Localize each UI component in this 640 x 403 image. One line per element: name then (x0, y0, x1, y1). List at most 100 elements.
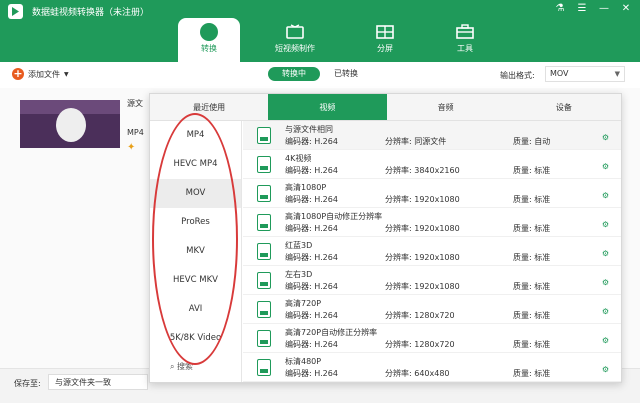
format-item-hevc-mkv[interactable]: HEVC MKV (150, 266, 241, 295)
gear-icon[interactable]: ⚙ (602, 336, 609, 345)
convert-icon (200, 23, 218, 41)
preset-resolution: 分辨率: 1920x1080 (385, 195, 460, 204)
file-format: MP4 (127, 128, 144, 137)
preset-quality: 质量: 自动 (513, 137, 551, 146)
preset-item[interactable]: 红蓝3D 编码器: H.264 分辨率: 1920x1080 质量: 标准 ⚙ (243, 237, 621, 266)
format-item-avi[interactable]: AVI (150, 295, 241, 324)
output-format-select[interactable]: MOV ▼ (545, 66, 625, 82)
tab-device[interactable]: 设备 (505, 94, 621, 120)
menu-icon[interactable]: ☰ (576, 3, 588, 15)
preset-item[interactable]: 高清1080P自动修正分辨率 编码器: H.264 分辨率: 1920x1080… (243, 208, 621, 237)
main-nav: 转换 短视频制作 分屏 工具 (178, 18, 510, 62)
save-to-select[interactable]: 与源文件夹一致 (48, 374, 148, 390)
nav-tab-tools[interactable]: 工具 (420, 18, 510, 62)
preset-encoder: 编码器: H.264 (285, 166, 338, 175)
preset-encoder: 编码器: H.264 (285, 282, 338, 291)
chevron-down-icon: ▼ (64, 70, 69, 78)
preset-3d-icon (257, 272, 271, 289)
preset-title: 与源文件相同 (285, 125, 333, 134)
toolbar: + 添加文件 ▼ 转换中 已转换 输出格式: MOV ▼ (0, 62, 640, 88)
app-logo-icon (8, 4, 23, 19)
category-tabs: 最近使用 视频 音频 设备 (150, 94, 621, 121)
preset-encoder: 编码器: H.264 (285, 340, 338, 349)
tab-converting[interactable]: 转换中 (268, 67, 320, 81)
tab-audio[interactable]: 音频 (387, 94, 505, 120)
preset-resolution: 分辨率: 3840x2160 (385, 166, 460, 175)
preset-quality: 质量: 标准 (513, 311, 551, 320)
tab-recent[interactable]: 最近使用 (150, 94, 268, 120)
preset-title: 高清1080P (285, 183, 327, 192)
close-icon[interactable]: ✕ (620, 3, 632, 15)
format-item-hevc-mp4[interactable]: HEVC MP4 (150, 150, 241, 179)
preset-resolution: 分辨率: 1920x1080 (385, 253, 460, 262)
nav-tab-label: 短视频制作 (275, 44, 315, 53)
nav-tab-label: 工具 (457, 44, 473, 53)
format-item-prores[interactable]: ProRes (150, 208, 241, 237)
tab-converted[interactable]: 已转换 (320, 67, 372, 81)
gear-icon[interactable]: ⚙ (602, 133, 609, 142)
preset-resolution: 分辨率: 1920x1080 (385, 224, 460, 233)
preset-item[interactable]: 高清720P自动修正分辨率 编码器: H.264 分辨率: 1280x720 质… (243, 324, 621, 353)
status-switcher: 转换中 已转换 (268, 67, 372, 81)
preset-item[interactable]: 高清1080P 编码器: H.264 分辨率: 1920x1080 质量: 标准… (243, 179, 621, 208)
gear-icon[interactable]: ⚙ (602, 249, 609, 258)
split-screen-icon (376, 25, 394, 39)
format-item-mkv[interactable]: MKV (150, 237, 241, 266)
format-item-5k-8k[interactable]: 5K/8K Video (150, 324, 241, 353)
tab-video[interactable]: 视频 (268, 94, 387, 120)
toolbox-icon (456, 24, 474, 39)
add-icon: + (12, 67, 24, 80)
video-thumbnail[interactable] (20, 100, 120, 148)
gear-icon[interactable]: ⚙ (602, 162, 609, 171)
format-item-mov[interactable]: MOV (150, 179, 241, 208)
preset-title: 高清720P自动修正分辨率 (285, 328, 378, 337)
preset-quality: 质量: 标准 (513, 224, 551, 233)
gear-icon[interactable]: ⚙ (602, 307, 609, 316)
preset-resolution: 分辨率: 1280x720 (385, 340, 455, 349)
preset-title: 红蓝3D (285, 241, 313, 250)
app-title: 数据蛙视频转换器（未注册） (32, 8, 150, 18)
cart-icon[interactable]: ⚗ (554, 3, 566, 15)
preset-3d-icon (257, 243, 271, 260)
preset-quality: 质量: 标准 (513, 282, 551, 291)
preset-quality: 质量: 标准 (513, 253, 551, 262)
preset-encoder: 编码器: H.264 (285, 224, 338, 233)
nav-tab-label: 转换 (201, 44, 217, 53)
preset-item[interactable]: 高清720P 编码器: H.264 分辨率: 1280x720 质量: 标准 ⚙ (243, 295, 621, 324)
gear-icon[interactable]: ⚙ (602, 191, 609, 200)
preset-resolution: 分辨率: 640x480 (385, 369, 450, 378)
preset-encoder: 编码器: H.264 (285, 311, 338, 320)
preset-resolution: 分辨率: 同源文件 (385, 137, 447, 146)
video-icon (286, 24, 304, 39)
preset-item[interactable]: 与源文件相同 编码器: H.264 分辨率: 同源文件 质量: 自动 ⚙ (243, 121, 621, 150)
gear-icon[interactable]: ⚙ (602, 365, 609, 374)
search-label: 搜索 (177, 362, 194, 371)
nav-tab-short-video[interactable]: 短视频制作 (240, 18, 350, 62)
gear-icon[interactable]: ⚙ (602, 278, 609, 287)
nav-tab-split-screen[interactable]: 分屏 (350, 18, 420, 62)
save-to-label: 保存至: (14, 379, 41, 388)
effect-icon[interactable]: ✦ (127, 142, 135, 153)
preset-quality: 质量: 标准 (513, 166, 551, 175)
format-item-mp4[interactable]: MP4 (150, 121, 241, 150)
minimize-icon[interactable]: — (598, 3, 610, 15)
preset-title: 4K视频 (285, 154, 312, 163)
preset-title: 高清1080P自动修正分辨率 (285, 212, 383, 221)
preset-item[interactable]: 标清480P 编码器: H.264 分辨率: 640x480 质量: 标准 ⚙ (243, 353, 621, 382)
preset-encoder: 编码器: H.264 (285, 369, 338, 378)
add-file-button[interactable]: + 添加文件 ▼ (12, 68, 69, 80)
gear-icon[interactable]: ⚙ (602, 220, 609, 229)
output-format-value: MOV (550, 69, 569, 78)
preset-resolution: 分辨率: 1280x720 (385, 311, 455, 320)
preset-encoder: 编码器: H.264 (285, 195, 338, 204)
format-list: MP4 HEVC MP4 MOV ProRes MKV HEVC MKV AVI… (150, 121, 242, 382)
format-search[interactable]: ⌕ 搜索 (170, 361, 193, 372)
preset-title: 标清480P (285, 357, 322, 366)
preset-1080p-icon (257, 214, 271, 231)
window-controls: ⚗ ☰ — ✕ (554, 3, 632, 15)
preset-item[interactable]: 左右3D 编码器: H.264 分辨率: 1920x1080 质量: 标准 ⚙ (243, 266, 621, 295)
preset-title: 高清720P (285, 299, 322, 308)
nav-tab-convert[interactable]: 转换 (178, 18, 240, 62)
preset-quality: 质量: 标准 (513, 369, 551, 378)
preset-item[interactable]: 4K视频 编码器: H.264 分辨率: 3840x2160 质量: 标准 ⚙ (243, 150, 621, 179)
